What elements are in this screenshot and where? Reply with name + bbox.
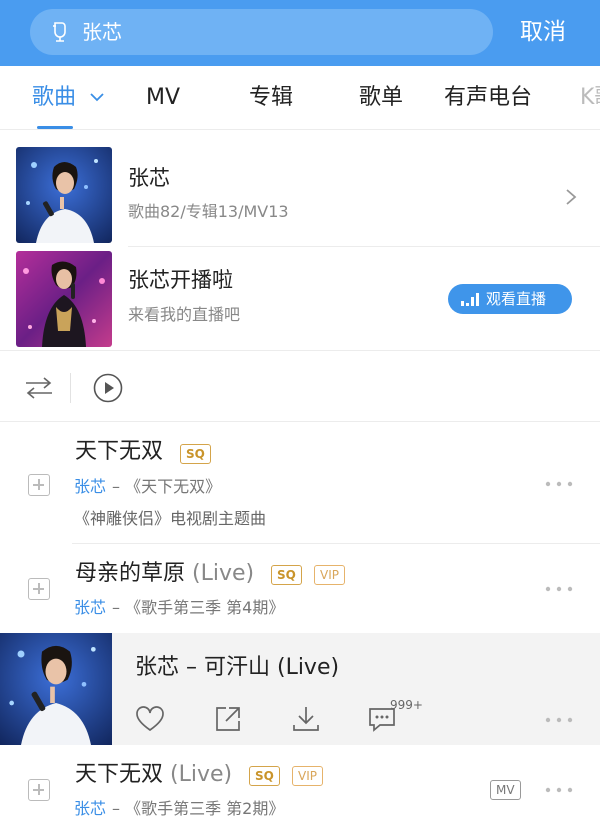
artist-card[interactable]: 张芯 歌曲82/专辑13/MV13 — [0, 131, 600, 247]
song-title: 母亲的草原 (Live) — [75, 559, 254, 589]
shuffle-icon[interactable] — [24, 375, 54, 401]
now-playing-cover — [0, 633, 112, 745]
song-artist-link[interactable]: 张芯 — [74, 476, 106, 498]
divider — [70, 373, 71, 403]
tab-playlists[interactable]: 歌单 — [359, 84, 403, 112]
song-title-suffix: (Live) — [192, 561, 255, 586]
live-subtitle: 来看我的直播吧 — [128, 305, 241, 324]
cancel-button[interactable]: 取消 — [520, 16, 566, 48]
vip-badge: VIP — [314, 565, 345, 585]
artist-name: 张芯 — [128, 166, 170, 190]
add-icon[interactable] — [28, 474, 50, 496]
song-album: – 《歌手第三季 第4期》 — [112, 598, 285, 617]
tab-mv[interactable]: MV — [146, 84, 180, 112]
search-input[interactable]: 张芯 — [30, 9, 493, 55]
song-title: 天下无双 — [75, 439, 164, 464]
artist-avatar — [16, 147, 112, 243]
microphone-icon[interactable] — [48, 20, 72, 44]
song-album: – 《歌手第三季 第2期》 — [112, 799, 285, 818]
song-description: 《神雕侠侣》电视剧主题曲 — [74, 509, 267, 528]
more-options-icon[interactable] — [545, 787, 573, 793]
sq-badge: SQ — [180, 444, 211, 464]
tab-albums[interactable]: 专辑 — [249, 84, 293, 112]
song-album: – 《天下无双》 — [112, 477, 222, 496]
tab-karaoke[interactable]: K歌 — [580, 84, 600, 112]
list-item[interactable]: 母亲的草原 (Live) SQ VIP 张芯 – 《歌手第三季 第4期》 — [0, 544, 600, 633]
more-options-icon[interactable] — [545, 586, 573, 592]
search-header: 张芯 取消 — [0, 0, 600, 66]
tab-radio[interactable]: 有声电台 — [444, 84, 532, 112]
song-artist-link[interactable]: 张芯 — [74, 597, 106, 619]
chevron-down-icon[interactable] — [90, 92, 104, 102]
mv-badge[interactable]: MV — [490, 780, 521, 800]
search-query[interactable]: 张芯 — [82, 19, 122, 45]
watch-live-label: 观看直播 — [486, 290, 547, 308]
heart-icon[interactable] — [134, 703, 166, 735]
live-card[interactable]: 张芯开播啦 来看我的直播吧 观看直播 — [0, 247, 600, 350]
comment-count: 999+ — [390, 698, 423, 712]
more-options-icon[interactable] — [545, 481, 573, 487]
live-title: 张芯开播啦 — [128, 268, 233, 292]
add-icon[interactable] — [28, 578, 50, 600]
category-tabs: 歌曲 MV 专辑 歌单 有声电台 K歌 — [0, 66, 600, 130]
song-title-suffix: (Live) — [170, 762, 233, 787]
share-icon[interactable] — [212, 703, 244, 735]
playback-controls — [0, 350, 600, 422]
song-title-text: 天下无双 — [75, 762, 164, 787]
live-bars-icon — [461, 293, 479, 306]
watch-live-button[interactable]: 观看直播 — [448, 284, 572, 314]
add-icon[interactable] — [28, 779, 50, 801]
active-tab-indicator — [37, 126, 73, 129]
more-options-icon[interactable] — [545, 717, 573, 723]
now-playing-item[interactable]: 张芯 – 可汗山 (Live) 999+ — [0, 633, 600, 745]
sq-badge: SQ — [271, 565, 302, 585]
sq-badge: SQ — [249, 766, 280, 786]
live-thumbnail — [16, 251, 112, 347]
song-artist-link[interactable]: 张芯 — [74, 798, 106, 820]
song-title-text: 母亲的草原 — [75, 561, 186, 586]
list-item[interactable]: 天下无双 (Live) SQ VIP MV 张芯 – 《歌手第三季 第2期》 — [0, 745, 600, 830]
now-playing-title: 张芯 – 可汗山 (Live) — [135, 655, 340, 680]
chevron-right-icon[interactable] — [565, 188, 577, 206]
song-title: 天下无双 (Live) — [75, 760, 232, 790]
tab-songs[interactable]: 歌曲 — [32, 84, 76, 112]
vip-badge: VIP — [292, 766, 323, 786]
artist-stats: 歌曲82/专辑13/MV13 — [128, 202, 289, 221]
download-icon[interactable] — [290, 703, 322, 735]
list-item[interactable]: 天下无双 SQ 张芯 – 《天下无双》 《神雕侠侣》电视剧主题曲 — [0, 423, 600, 544]
play-all-icon[interactable] — [93, 373, 123, 403]
